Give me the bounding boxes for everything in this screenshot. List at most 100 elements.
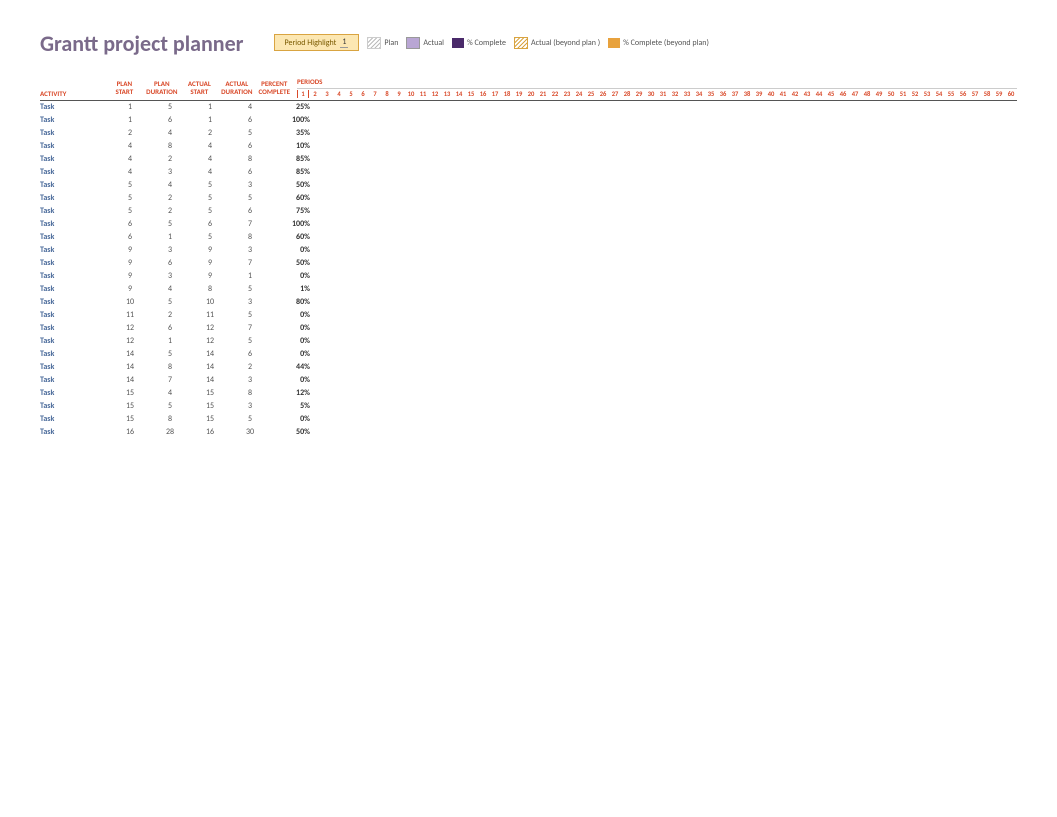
legend-complete: % Complete [452, 38, 506, 48]
period-44: 44 [813, 90, 825, 98]
period-6: 6 [357, 90, 369, 98]
period-45: 45 [825, 90, 837, 98]
period-9: 9 [393, 90, 405, 98]
period-21: 21 [537, 90, 549, 98]
period-20: 20 [525, 90, 537, 98]
plan-duration: 4 [150, 179, 190, 192]
plan-start: 6 [110, 218, 150, 231]
task-name: Task [40, 322, 110, 335]
task-name: Task [40, 179, 110, 192]
actual-duration: 5 [230, 127, 270, 140]
task-name: Task [40, 205, 110, 218]
percent-complete: 85% [270, 153, 314, 166]
percent-complete: 50% [270, 257, 314, 270]
actual-duration: 6 [230, 166, 270, 179]
actual-duration: 2 [230, 361, 270, 374]
plan-duration: 2 [150, 192, 190, 205]
task-name: Task [40, 361, 110, 374]
period-7: 7 [369, 90, 381, 98]
plan-duration: 8 [150, 361, 190, 374]
actual-start: 5 [190, 192, 230, 205]
table-row: Task545350% [40, 179, 1017, 192]
percent-complete: 85% [270, 166, 314, 179]
period-38: 38 [741, 90, 753, 98]
plan-duration: 5 [150, 348, 190, 361]
task-name: Task [40, 101, 110, 114]
period-12: 12 [429, 90, 441, 98]
plan-start: 5 [110, 179, 150, 192]
percent-complete: 75% [270, 205, 314, 218]
actual-duration: 3 [230, 296, 270, 309]
task-name: Task [40, 153, 110, 166]
period-17: 17 [489, 90, 501, 98]
plan-start: 9 [110, 257, 150, 270]
percent-complete: 0% [270, 374, 314, 387]
actual-start: 16 [190, 426, 230, 439]
actual-duration: 3 [230, 374, 270, 387]
plan-duration: 6 [150, 322, 190, 335]
actual-duration: 30 [230, 426, 270, 439]
col-percent-complete: PERCENTCOMPLETE [256, 80, 293, 98]
plan-start: 12 [110, 322, 150, 335]
table-row: Task484610% [40, 140, 1017, 153]
period-highlight-value[interactable]: 1 [340, 37, 348, 48]
plan-duration: 2 [150, 309, 190, 322]
actual-duration: 8 [230, 387, 270, 400]
actual-start: 14 [190, 361, 230, 374]
plan-duration: 3 [150, 166, 190, 179]
period-1: 1 [297, 90, 309, 98]
period-highlight-box[interactable]: Period Highlight 1 [274, 34, 360, 51]
period-41: 41 [777, 90, 789, 98]
plan-duration: 4 [150, 387, 190, 400]
task-name: Task [40, 387, 110, 400]
percent-complete: 0% [270, 270, 314, 283]
legend: Period Highlight 1 Plan Actual % Complet… [274, 34, 709, 51]
period-2: 2 [309, 90, 321, 98]
plan-swatch-icon [367, 37, 381, 49]
page-title: Grantt project planner [40, 30, 244, 57]
plan-duration: 4 [150, 283, 190, 296]
task-name: Task [40, 114, 110, 127]
actual-start: 14 [190, 374, 230, 387]
percent-complete: 5% [270, 400, 314, 413]
task-name: Task [40, 374, 110, 387]
period-19: 19 [513, 90, 525, 98]
table-row: Task969750% [40, 257, 1017, 270]
period-58: 58 [981, 90, 993, 98]
plan-start: 15 [110, 400, 150, 413]
plan-duration: 3 [150, 244, 190, 257]
period-53: 53 [921, 90, 933, 98]
period-32: 32 [669, 90, 681, 98]
period-27: 27 [609, 90, 621, 98]
plan-start: 14 [110, 374, 150, 387]
plan-duration: 5 [150, 400, 190, 413]
actual-start: 1 [190, 101, 230, 114]
percent-complete: 35% [270, 127, 314, 140]
legend-plan: Plan [367, 37, 398, 49]
task-name: Task [40, 192, 110, 205]
plan-start: 16 [110, 426, 150, 439]
period-13: 13 [441, 90, 453, 98]
plan-start: 15 [110, 413, 150, 426]
table-row: Task525675% [40, 205, 1017, 218]
plan-start: 4 [110, 166, 150, 179]
plan-duration: 3 [150, 270, 190, 283]
actual-start: 11 [190, 309, 230, 322]
percent-complete: 0% [270, 309, 314, 322]
period-5: 5 [345, 90, 357, 98]
col-periods: PERIODS 12345678910111213141516171819202… [293, 77, 1017, 98]
actual-start: 14 [190, 348, 230, 361]
actual-start: 12 [190, 335, 230, 348]
plan-start: 9 [110, 270, 150, 283]
actual-start: 12 [190, 322, 230, 335]
table-row: Task1628163050% [40, 426, 1017, 439]
period-48: 48 [861, 90, 873, 98]
task-name: Task [40, 283, 110, 296]
plan-start: 10 [110, 296, 150, 309]
task-name: Task [40, 270, 110, 283]
table-row: Task94851% [40, 283, 1017, 296]
actual-duration: 7 [230, 322, 270, 335]
col-actual-duration: ACTUALDURATION [218, 80, 255, 98]
period-60: 60 [1005, 90, 1017, 98]
actual-duration: 3 [230, 400, 270, 413]
